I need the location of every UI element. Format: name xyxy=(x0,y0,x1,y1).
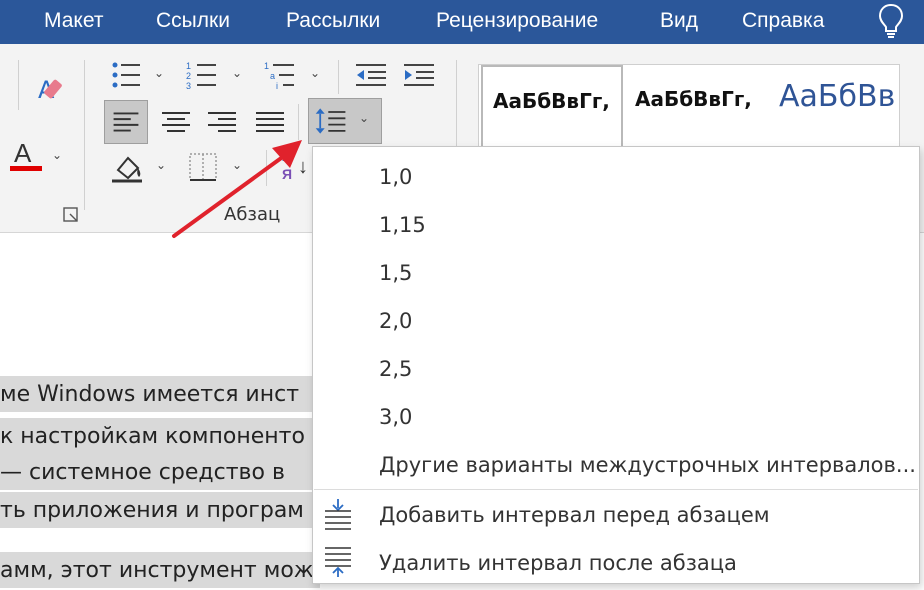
remove-space-after-paragraph[interactable]: Удалить интервал после абзаца xyxy=(313,539,919,585)
menu-item-label: Другие варианты междустрочных интервалов… xyxy=(379,453,916,477)
multilevel-list-icon[interactable]: 1 a i xyxy=(264,60,298,90)
justify-icon[interactable] xyxy=(250,100,290,144)
tab-help[interactable]: Справка xyxy=(742,8,824,34)
align-left-icon xyxy=(113,112,139,132)
chevron-down-icon[interactable]: ⌄ xyxy=(52,148,62,162)
style-normal[interactable]: АаБбВвГг, xyxy=(481,65,623,149)
align-left-button[interactable] xyxy=(104,100,148,144)
document-line: ть приложения и програм xyxy=(0,492,320,528)
separator xyxy=(18,60,19,110)
menu-item-label: 1,5 xyxy=(379,261,413,285)
font-color-glyph: A xyxy=(14,138,32,168)
line-spacing-button[interactable]: ⌄ xyxy=(308,98,382,144)
increase-indent-icon[interactable] xyxy=(402,62,436,88)
line-spacing-option-2-5[interactable]: 2,5 xyxy=(313,345,919,391)
lightbulb-icon[interactable] xyxy=(876,2,906,40)
separator xyxy=(266,150,267,186)
dialog-launcher-icon[interactable] xyxy=(62,206,80,224)
add-space-before-icon xyxy=(325,499,351,530)
gallery-scroll-buttons[interactable] xyxy=(904,64,924,150)
style-preview: АаБбВвГг, xyxy=(493,89,610,113)
align-right-icon[interactable] xyxy=(202,100,242,144)
shading-icon[interactable] xyxy=(108,150,146,184)
style-preview: АаБбВв xyxy=(779,79,896,114)
remove-space-after-icon xyxy=(325,547,351,577)
font-color-swatch xyxy=(10,166,42,171)
chevron-down-icon[interactable]: ⌄ xyxy=(154,66,164,80)
add-space-before-paragraph[interactable]: Добавить интервал перед абзацем xyxy=(313,491,919,537)
line-spacing-icon xyxy=(315,108,346,134)
clear-formatting-icon[interactable]: A xyxy=(34,72,68,108)
separator xyxy=(338,60,339,94)
separator xyxy=(298,104,299,140)
chevron-down-icon[interactable]: ⌄ xyxy=(156,158,166,172)
chevron-down-icon[interactable]: ⌄ xyxy=(310,66,320,80)
document-line-text: амм, этот инструмент мож xyxy=(0,558,314,583)
sort-glyph-top: А xyxy=(282,148,293,164)
document-line-text: к настройкам компоненто xyxy=(0,424,305,449)
document-line-text: — системное средство в xyxy=(0,460,285,485)
bullets-icon[interactable] xyxy=(110,60,142,90)
font-color-button[interactable]: A xyxy=(6,138,48,176)
menu-item-label: 2,0 xyxy=(379,309,413,333)
decrease-indent-icon[interactable] xyxy=(354,62,388,88)
style-no-spacing[interactable]: АаБбВвГг, xyxy=(625,65,767,149)
tab-view[interactable]: Вид xyxy=(660,8,698,34)
borders-icon[interactable] xyxy=(186,150,220,184)
styles-gallery: АаБбВвГг, АаБбВвГг, АаБбВв xyxy=(478,64,900,152)
line-spacing-more-options[interactable]: Другие варианты междустрочных интервалов… xyxy=(313,441,919,487)
document-line-text: ть приложения и програм xyxy=(0,498,304,523)
line-spacing-option-1-0[interactable]: 1,0 xyxy=(313,153,919,199)
tab-mailings[interactable]: Рассылки xyxy=(286,8,380,34)
menu-item-label: Добавить интервал перед абзацем xyxy=(379,503,770,527)
line-spacing-option-1-15[interactable]: 1,15 xyxy=(313,201,919,247)
align-center-icon[interactable] xyxy=(156,100,196,144)
line-spacing-option-1-5[interactable]: 1,5 xyxy=(313,249,919,295)
sort-button[interactable]: А Я ↓ xyxy=(280,148,312,186)
numbering-icon[interactable]: 1 2 3 xyxy=(186,60,218,90)
sort-glyph-bottom: Я xyxy=(282,166,293,182)
tab-layout[interactable]: Макет xyxy=(44,8,103,34)
menu-item-label: 2,5 xyxy=(379,357,413,381)
ribbon-tab-bar: Макет Ссылки Рассылки Рецензирование Вид… xyxy=(0,0,924,44)
svg-text:i: i xyxy=(276,81,278,90)
document-line: — системное средство в xyxy=(0,454,320,490)
chevron-down-icon[interactable]: ⌄ xyxy=(232,158,242,172)
svg-text:1: 1 xyxy=(264,61,269,71)
menu-item-label: 1,0 xyxy=(379,165,413,189)
svg-text:3: 3 xyxy=(186,81,191,90)
tab-review[interactable]: Рецензирование xyxy=(436,8,598,34)
document-line-text: ме Windows имеется инст xyxy=(0,382,300,407)
line-spacing-menu: 1,0 1,15 1,5 2,0 2,5 3,0 Другие варианты… xyxy=(312,146,920,584)
document-line: амм, этот инструмент мож xyxy=(0,552,320,588)
style-heading-1[interactable]: АаБбВв xyxy=(769,65,899,149)
menu-separator xyxy=(314,489,918,490)
menu-item-label: 1,15 xyxy=(379,213,426,237)
svg-text:1: 1 xyxy=(186,61,191,71)
document-line: к настройкам компоненто xyxy=(0,418,320,454)
style-preview: АаБбВвГг, xyxy=(635,87,752,111)
line-spacing-option-3-0[interactable]: 3,0 xyxy=(313,393,919,439)
sort-arrow-icon: ↓ xyxy=(298,156,308,178)
paragraph-group-label: Абзац xyxy=(224,204,281,225)
menu-item-label: Удалить интервал после абзаца xyxy=(379,551,737,575)
chevron-down-icon: ⌄ xyxy=(359,111,370,125)
chevron-down-icon[interactable]: ⌄ xyxy=(232,66,242,80)
menu-item-label: 3,0 xyxy=(379,405,413,429)
tab-references[interactable]: Ссылки xyxy=(156,8,230,34)
document-line: ме Windows имеется инст xyxy=(0,376,320,412)
svg-text:2: 2 xyxy=(186,71,191,81)
line-spacing-option-2-0[interactable]: 2,0 xyxy=(313,297,919,343)
separator xyxy=(84,60,85,210)
svg-text:a: a xyxy=(270,71,275,81)
